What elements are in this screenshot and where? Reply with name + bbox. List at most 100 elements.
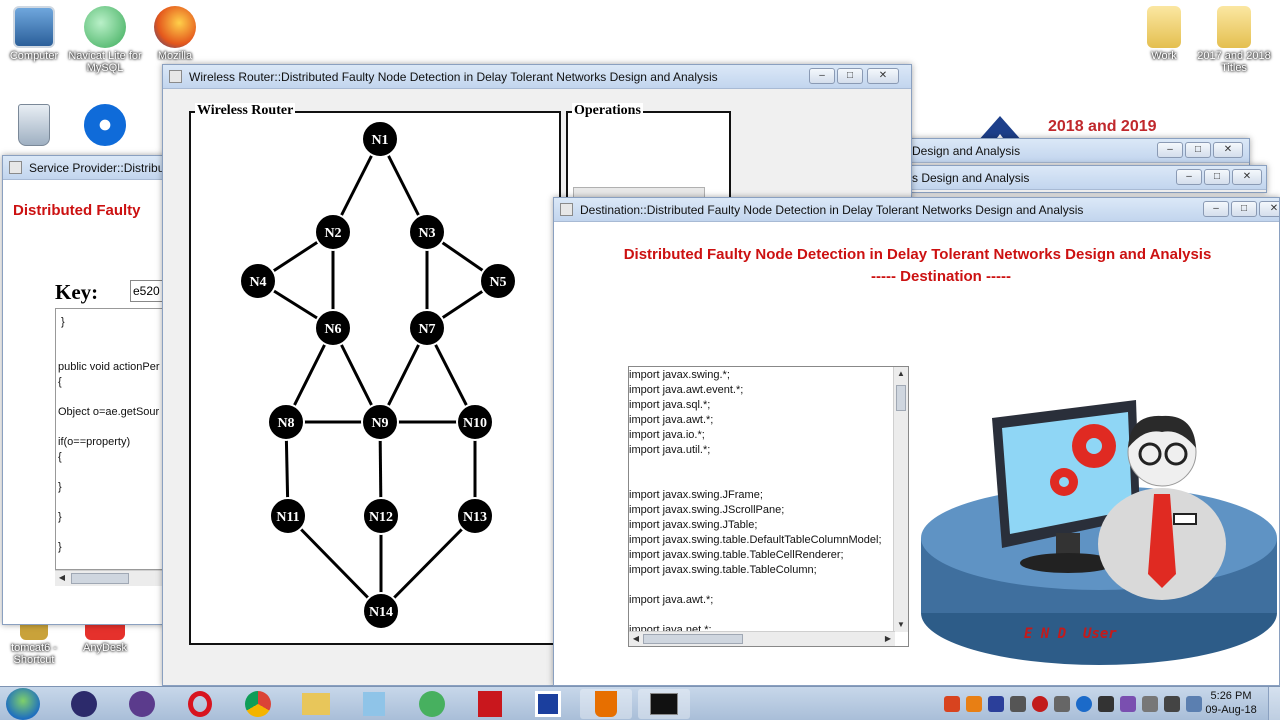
scrollbar-thumb[interactable]: [71, 573, 129, 584]
taskbar-app-java[interactable]: [580, 689, 632, 719]
minimize-button[interactable]: –: [1176, 169, 1202, 185]
maximize-button[interactable]: □: [1204, 169, 1230, 185]
end-user-label: E N D User: [1024, 626, 1117, 642]
tray-icon[interactable]: [1054, 696, 1070, 712]
taskbar: 5:26 PM 09-Aug-18: [0, 686, 1280, 720]
teamviewer-icon: [84, 104, 126, 146]
back-window-2[interactable]: s Design and Analysis – □ ✕: [905, 165, 1267, 193]
tray-icon[interactable]: [1076, 696, 1092, 712]
window-titlebar[interactable]: Service Provider::Distribute: [3, 156, 171, 180]
netbeans-icon: [129, 691, 155, 717]
tray-icon[interactable]: [1098, 696, 1114, 712]
horizontal-scrollbar[interactable]: ◀: [55, 570, 171, 586]
panel-title: Operations: [572, 103, 643, 119]
network-icon[interactable]: [1164, 696, 1180, 712]
window-titlebar[interactable]: Wireless Router::Distributed Faulty Node…: [163, 65, 911, 89]
scroll-left-arrow-icon[interactable]: ◀: [629, 632, 643, 646]
back-window-1[interactable]: Design and Analysis – □ ✕: [905, 138, 1250, 166]
taskbar-app-eclipse[interactable]: [58, 689, 110, 719]
scroll-down-arrow-icon[interactable]: ▼: [894, 618, 908, 632]
close-button[interactable]: ✕: [1259, 201, 1279, 217]
window-titlebar[interactable]: s Design and Analysis – □ ✕: [906, 166, 1266, 190]
desktop-icon-mozilla[interactable]: Mozilla: [135, 6, 215, 62]
graph-node-label: N7: [418, 322, 435, 337]
graph-node-label: N3: [418, 226, 435, 241]
vertical-scrollbar[interactable]: ▲ ▼: [893, 367, 908, 632]
service-provider-window[interactable]: Service Provider::Distribute Distributed…: [2, 155, 172, 625]
scroll-right-arrow-icon[interactable]: ▶: [881, 632, 895, 646]
destination-window[interactable]: Destination::Distributed Faulty Node Det…: [553, 197, 1280, 686]
minimize-button[interactable]: –: [1203, 201, 1229, 217]
graph-edge: [379, 514, 477, 613]
graph-node-label: N6: [324, 322, 341, 337]
java-icon: [169, 70, 182, 83]
volume-icon[interactable]: [1142, 696, 1158, 712]
scroll-up-arrow-icon[interactable]: ▲: [894, 367, 908, 381]
taskbar-app-netbeans[interactable]: [116, 689, 168, 719]
horizontal-scrollbar[interactable]: ◀ ▶: [629, 631, 895, 646]
navicat-icon: [419, 691, 445, 717]
code-text: import javax.swing.*; import java.awt.ev…: [629, 369, 882, 632]
service-provider-code-area[interactable]: } public void actionPer { Object o=ae.ge…: [55, 308, 171, 570]
window-titlebar[interactable]: Destination::Distributed Faulty Node Det…: [554, 198, 1279, 222]
maximize-button[interactable]: □: [1185, 142, 1211, 158]
desktop-icon-recycle-bin[interactable]: [0, 104, 74, 148]
desktop-icon-teamviewer[interactable]: [65, 104, 145, 148]
tray-icon[interactable]: [966, 696, 982, 712]
acrobat-icon: [478, 691, 502, 717]
taskbar-app-cmd[interactable]: [638, 689, 690, 719]
eclipse-icon: [71, 691, 97, 717]
graph-node-label: N4: [249, 275, 266, 290]
window-title: Design and Analysis: [912, 144, 1021, 158]
desktop-icon-label: Mozilla: [157, 50, 193, 62]
taskbar-app-screenshot[interactable]: [522, 689, 574, 719]
java-icon: [560, 203, 573, 216]
wireless-router-panel: Wireless Router N1 N2 N3 N4 N5 N6 N7 N8 N9 N10 N11…: [189, 103, 561, 645]
recycle-bin-icon: [18, 104, 50, 146]
minimize-button[interactable]: –: [1157, 142, 1183, 158]
close-button[interactable]: ✕: [867, 68, 899, 84]
taskbar-app-opera[interactable]: [174, 689, 226, 719]
desktop-icon-label: tomcat6 - Shortcut: [11, 642, 57, 666]
window-title: Wireless Router::Distributed Faulty Node…: [189, 70, 718, 84]
desktop-icon-label: Work: [1151, 50, 1177, 62]
taskbar-app-notepad[interactable]: [348, 689, 400, 719]
desktop-icon-work[interactable]: Work: [1124, 6, 1204, 62]
desktop-icon-titles[interactable]: 2017 and 2018 Titles: [1194, 6, 1274, 74]
destination-code-area[interactable]: import javax.swing.*; import java.awt.ev…: [628, 366, 909, 647]
opera-icon: [188, 691, 212, 717]
chrome-icon: [245, 691, 271, 717]
show-desktop-button[interactable]: [1268, 687, 1280, 720]
desktop-icon-tomcat[interactable]: tomcat6 - Shortcut: [0, 618, 74, 666]
scrollbar-thumb[interactable]: [643, 634, 743, 644]
taskbar-app-chrome[interactable]: [232, 689, 284, 719]
start-button[interactable]: [6, 688, 40, 720]
tray-icon[interactable]: [1120, 696, 1136, 712]
maximize-button[interactable]: □: [1231, 201, 1257, 217]
tray-icon[interactable]: [1032, 696, 1048, 712]
taskbar-app-acrobat[interactable]: [464, 689, 516, 719]
desktop-icon-label: AnyDesk: [82, 642, 128, 654]
folder-icon: [1147, 6, 1181, 48]
cmd-icon: [650, 693, 678, 715]
desktop-icon-label: Navicat Lite for MySQL: [68, 50, 142, 74]
desktop-icon-navicat[interactable]: Navicat Lite for MySQL: [65, 6, 145, 74]
taskbar-app-explorer[interactable]: [290, 689, 342, 719]
desktop-icon-computer[interactable]: Computer: [0, 6, 74, 62]
clock[interactable]: 5:26 PM 09-Aug-18: [1196, 689, 1266, 717]
tray-icon[interactable]: [1010, 696, 1026, 712]
window-titlebar[interactable]: Design and Analysis – □ ✕: [906, 139, 1249, 163]
scrollbar-thumb[interactable]: [896, 385, 906, 411]
tray-icon[interactable]: [944, 696, 960, 712]
graph-node-label: N11: [276, 510, 299, 525]
scroll-left-arrow-icon[interactable]: ◀: [55, 571, 69, 585]
minimize-button[interactable]: –: [809, 68, 835, 84]
graph-node-label: N9: [371, 416, 388, 431]
key-label: Key:: [55, 280, 99, 304]
close-button[interactable]: ✕: [1232, 169, 1262, 185]
taskbar-app-navicat[interactable]: [406, 689, 458, 719]
tray-icon[interactable]: [988, 696, 1004, 712]
close-button[interactable]: ✕: [1213, 142, 1243, 158]
screenshot-icon: [535, 691, 561, 717]
maximize-button[interactable]: □: [837, 68, 863, 84]
